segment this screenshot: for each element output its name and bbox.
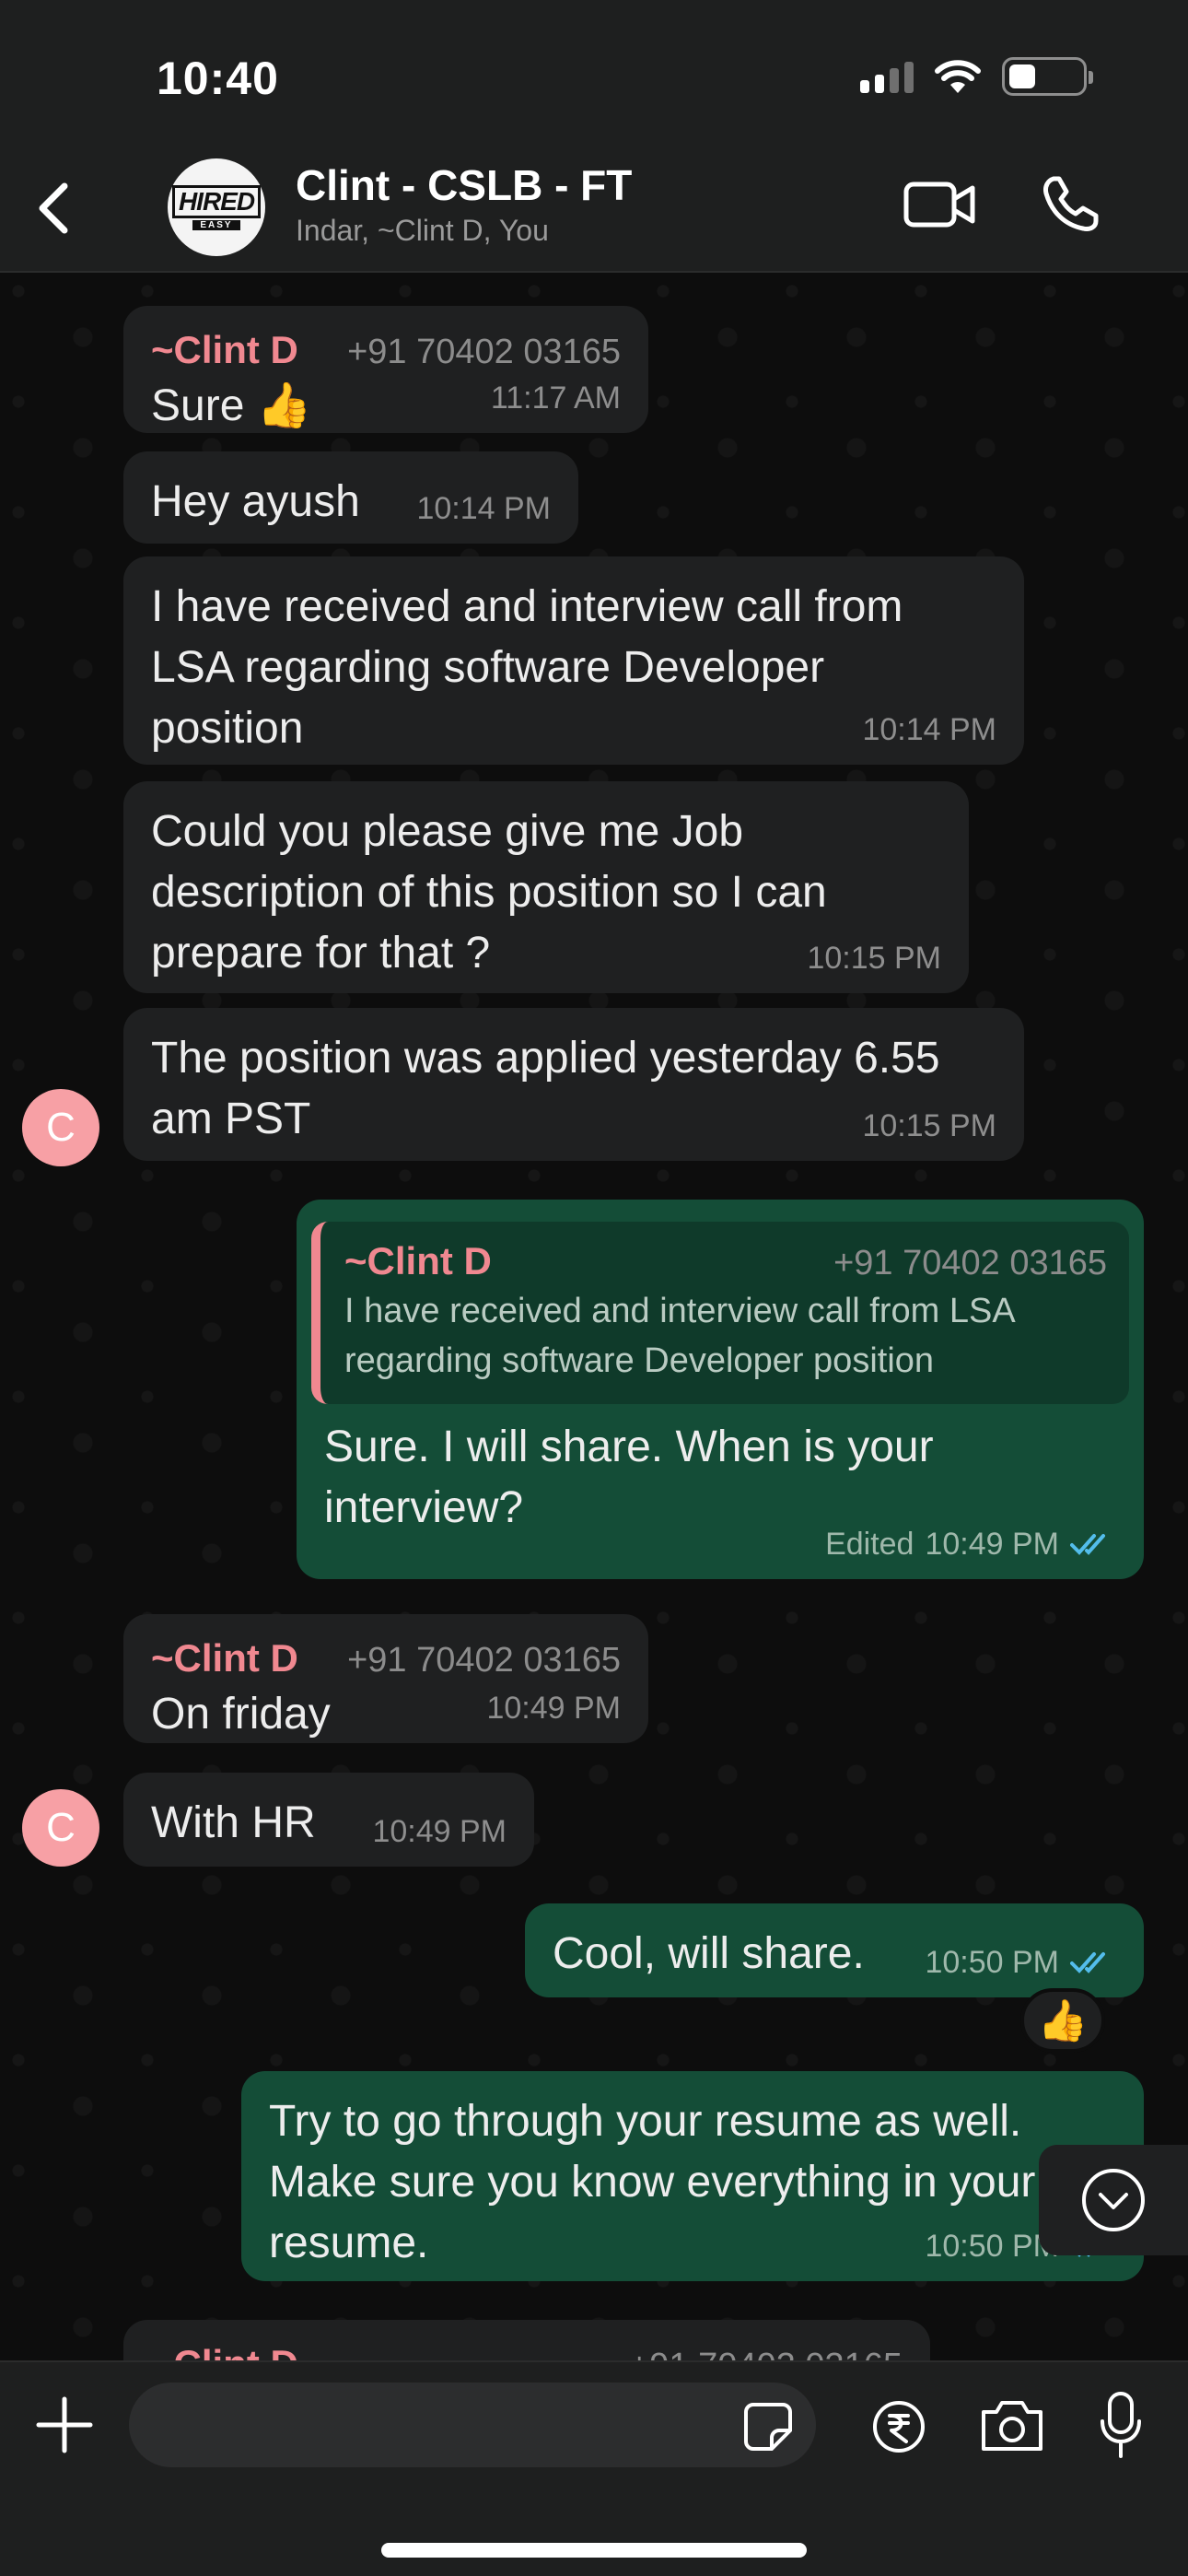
message-bubble[interactable]: ~Clint D +91 70402 03165 I have received… <box>297 1200 1144 1579</box>
status-time: 10:40 <box>157 53 279 104</box>
message-bubble[interactable]: With HR 10:49 PM <box>123 1773 534 1867</box>
message-time: 10:15 PM <box>807 941 941 976</box>
sender-phone: +91 70402 03165 <box>347 333 621 371</box>
read-ticks-icon <box>1070 1952 1105 1973</box>
message-bubble[interactable]: ~Clint D +91 70402 03165 On friday 10:49… <box>123 1614 648 1743</box>
message-text: I have received and interview call from … <box>151 582 903 753</box>
message-time: 10:49 PM <box>925 1527 1059 1562</box>
message-bubble[interactable]: The position was applied yesterday 6.55 … <box>123 1008 1024 1161</box>
sticker-icon[interactable] <box>742 2401 794 2453</box>
message-bubble[interactable]: Try to go through your resume as well. M… <box>241 2071 1144 2281</box>
message-bubble[interactable]: I have received and interview call from … <box>123 556 1024 765</box>
edited-label: Edited <box>825 1527 914 1562</box>
message-time: 10:15 PM <box>862 1108 996 1143</box>
quote-text: I have received and interview call from … <box>344 1292 1014 1380</box>
message-time: 11:17 AM <box>490 381 621 416</box>
chat-title[interactable]: Clint - CSLB - FT <box>296 160 632 210</box>
message-bubble[interactable]: ~Clint D +91 70402 03165 <box>123 2320 930 2360</box>
message-bubble[interactable]: Could you please give me Job description… <box>123 781 969 993</box>
wifi-icon <box>935 60 981 93</box>
video-call-icon[interactable] <box>903 177 976 232</box>
message-time: 10:14 PM <box>862 712 996 747</box>
sender-name[interactable]: ~Clint D <box>151 326 298 374</box>
message-time: 10:50 PM <box>925 1945 1059 1980</box>
battery-icon <box>1002 57 1093 96</box>
quoted-message[interactable]: ~Clint D +91 70402 03165 I have received… <box>311 1222 1129 1404</box>
chat-header: 10:40 HIRED EASY Clint - CSLB - FT Indar… <box>0 0 1188 273</box>
message-time: 10:49 PM <box>372 1814 507 1849</box>
rupee-payment-icon[interactable] <box>871 2399 926 2454</box>
sender-avatar[interactable]: C <box>22 1789 99 1867</box>
message-input[interactable] <box>129 2383 816 2467</box>
chat-area[interactable]: ~Clint D +91 70402 03165 Sure 👍 11:17 AM… <box>0 273 1188 2360</box>
sender-phone: +91 70402 03165 <box>347 1641 621 1680</box>
group-avatar[interactable]: HIRED EASY <box>168 158 265 256</box>
quote-sender: ~Clint D <box>344 1239 492 1282</box>
sender-name[interactable]: ~Clint D <box>151 2340 298 2360</box>
sender-avatar[interactable]: C <box>22 1089 99 1166</box>
status-icons <box>860 57 1093 96</box>
message-bubble[interactable]: ~Clint D +91 70402 03165 Sure 👍 11:17 AM <box>123 306 648 433</box>
message-text: Sure. I will share. When is your intervi… <box>324 1423 934 1532</box>
quote-phone: +91 70402 03165 <box>833 1244 1107 1282</box>
chat-members[interactable]: Indar, ~Clint D, You <box>296 214 549 248</box>
sender-phone: +91 70402 03165 <box>629 2342 903 2360</box>
back-chevron-icon[interactable] <box>33 181 74 236</box>
message-composer <box>0 2360 1188 2576</box>
scroll-to-bottom-button[interactable] <box>1039 2145 1188 2255</box>
message-time: 10:14 PM <box>416 491 551 526</box>
chevron-down-circle-icon <box>1082 2169 1145 2231</box>
plus-icon[interactable] <box>35 2395 94 2454</box>
home-indicator[interactable] <box>381 2543 807 2558</box>
message-time: 10:49 PM <box>486 1691 621 1726</box>
phone-call-icon[interactable] <box>1041 173 1101 234</box>
microphone-icon[interactable] <box>1098 2390 1144 2460</box>
message-bubble[interactable]: Cool, will share. 10:50 PM <box>525 1903 1144 1997</box>
cellular-signal-icon <box>860 60 914 93</box>
group-logo-sub: EASY <box>192 219 240 230</box>
reaction-badge[interactable]: 👍 <box>1020 1988 1105 2053</box>
sender-name[interactable]: ~Clint D <box>151 1634 298 1682</box>
group-logo-text: HIRED <box>171 184 262 218</box>
message-bubble[interactable]: Hey ayush 10:14 PM <box>123 451 578 544</box>
camera-icon[interactable] <box>978 2397 1046 2454</box>
read-ticks-icon <box>1070 1534 1105 1555</box>
